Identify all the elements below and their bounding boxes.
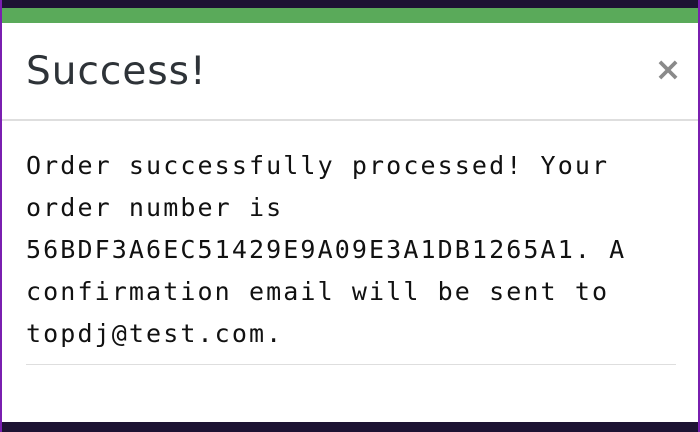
body-divider xyxy=(26,364,676,365)
message-line: confirmation email will be sent to xyxy=(26,277,610,306)
backdrop-top xyxy=(0,0,700,8)
message-line: order number is xyxy=(26,193,284,222)
message-line: topdj@test.com. xyxy=(26,319,284,348)
success-modal: Success! × Order successfully processed!… xyxy=(2,8,698,422)
message-line: 56BDF3A6EC51429E9A09E3A1DB1265A1. A xyxy=(26,235,627,264)
close-icon: × xyxy=(654,50,682,88)
modal-title: Success! xyxy=(26,49,207,94)
modal-body: Order successfully processed! Your order… xyxy=(26,145,676,355)
success-message: Order successfully processed! Your order… xyxy=(26,145,676,355)
close-button[interactable]: × xyxy=(652,53,684,85)
success-accent-bar xyxy=(2,8,698,23)
modal-header: Success! × xyxy=(2,23,698,121)
message-line: Order successfully processed! Your xyxy=(26,151,610,180)
